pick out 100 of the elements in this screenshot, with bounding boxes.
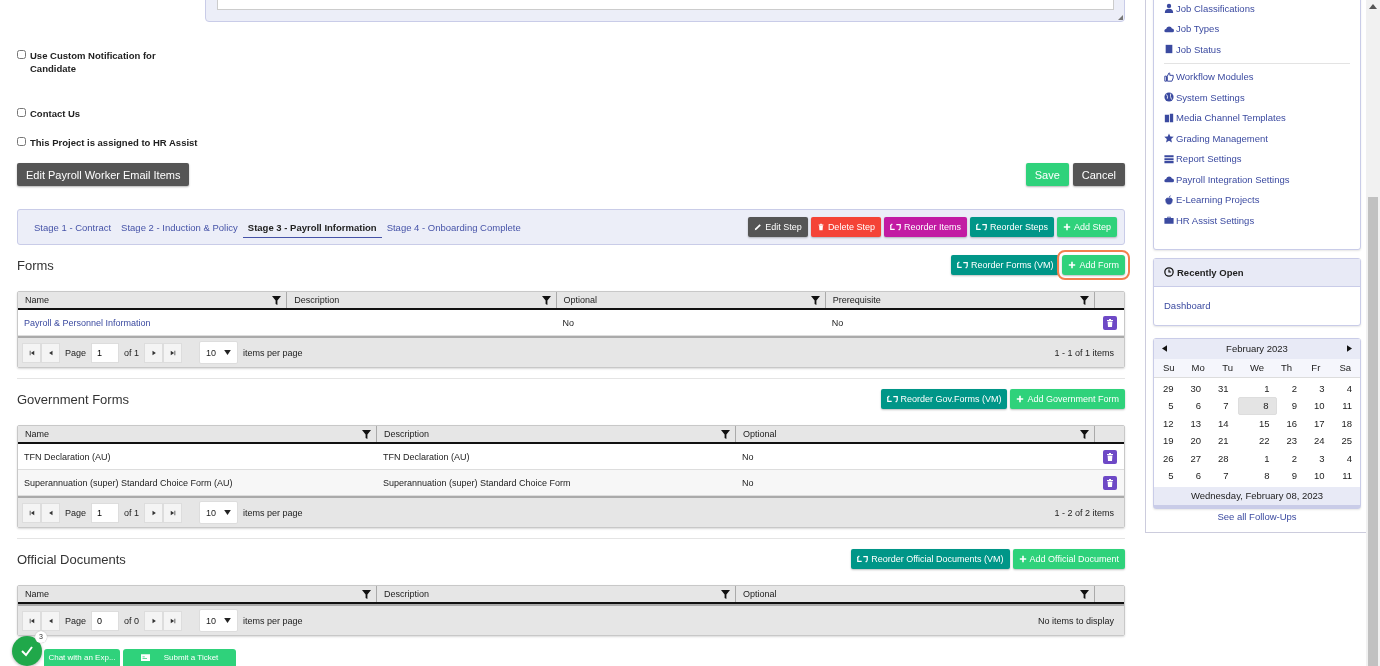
edit-button[interactable]: Edit Step xyxy=(748,217,808,237)
menu-item[interactable]: Job Status xyxy=(1164,39,1350,60)
first-page-button[interactable] xyxy=(22,342,41,363)
filter-icon[interactable] xyxy=(721,429,730,439)
calendar-day[interactable]: 13 xyxy=(1182,414,1208,432)
checkbox[interactable] xyxy=(17,108,26,117)
calendar-day[interactable]: 8 xyxy=(1237,397,1277,415)
first-page-button[interactable] xyxy=(22,502,41,523)
calendar-day[interactable]: 11 xyxy=(1333,467,1359,485)
calendar-day[interactable]: 29 xyxy=(1155,379,1181,397)
table-link[interactable]: Payroll & Personnel Information xyxy=(24,317,151,328)
calendar-day[interactable]: 22 xyxy=(1237,432,1277,450)
calendar-day[interactable]: 4 xyxy=(1333,449,1359,467)
calendar-day[interactable]: 8 xyxy=(1237,467,1277,485)
calendar-day[interactable]: 19 xyxy=(1155,432,1181,450)
calendar-day[interactable]: 7 xyxy=(1210,397,1236,415)
calendar-day[interactable]: 6 xyxy=(1182,467,1208,485)
calendar-day[interactable]: 5 xyxy=(1155,467,1181,485)
filter-icon[interactable] xyxy=(1080,295,1089,305)
filter-icon[interactable] xyxy=(362,429,371,439)
calendar-day[interactable]: 18 xyxy=(1333,414,1359,432)
filter-icon[interactable] xyxy=(541,295,551,305)
calendar-day[interactable]: 21 xyxy=(1210,432,1236,450)
month-title[interactable]: February 2023 xyxy=(1226,343,1288,354)
stage-tab[interactable]: Stage 2 - Induction & Policy xyxy=(116,216,243,238)
column-header[interactable]: Description xyxy=(384,589,430,599)
calendar-day[interactable]: 14 xyxy=(1210,414,1236,432)
column-header[interactable]: Name xyxy=(25,589,49,599)
calendar-day[interactable]: 15 xyxy=(1237,414,1277,432)
scroll-up-icon[interactable] xyxy=(1369,4,1377,9)
stage-tab[interactable]: Stage 3 - Payroll Information xyxy=(242,216,382,238)
column-header[interactable]: Optional xyxy=(743,589,777,599)
column-header[interactable]: Optional xyxy=(743,429,777,439)
filter-icon[interactable] xyxy=(272,295,282,305)
page-field[interactable]: 0 xyxy=(91,610,120,631)
previous-page-button[interactable] xyxy=(41,342,60,363)
calendar-day[interactable]: 9 xyxy=(1278,467,1304,485)
menu-item[interactable]: Job Classifications xyxy=(1164,0,1350,19)
previous-month-icon[interactable] xyxy=(1162,345,1167,352)
column-header[interactable]: Description xyxy=(294,295,340,305)
column-header[interactable]: Prerequisite xyxy=(832,295,881,305)
stage-tab[interactable]: Stage 1 - Contract xyxy=(29,216,117,238)
page-size-dropdown[interactable]: 10 xyxy=(199,501,239,524)
cancel-button[interactable]: Cancel xyxy=(1072,163,1125,186)
calendar-day[interactable]: 5 xyxy=(1155,397,1181,415)
last-page-button[interactable] xyxy=(163,502,183,523)
calendar-day[interactable]: 25 xyxy=(1333,432,1359,450)
calendar-day[interactable]: 6 xyxy=(1182,397,1208,415)
scrollbar[interactable] xyxy=(1366,0,1380,666)
calendar-day[interactable]: 31 xyxy=(1210,379,1236,397)
page-size-dropdown[interactable]: 10 xyxy=(199,341,239,364)
next-page-button[interactable] xyxy=(144,502,164,523)
menu-item[interactable]: Workflow Modules xyxy=(1164,66,1350,87)
reorder-button[interactable]: Reorder Gov.Forms (VM) xyxy=(880,389,1008,409)
reorder-button[interactable]: Reorder Steps xyxy=(969,217,1054,237)
column-header[interactable]: Name xyxy=(25,295,49,305)
calendar-day[interactable]: 27 xyxy=(1182,449,1208,467)
delete-button[interactable] xyxy=(1102,315,1117,330)
calendar-day[interactable]: 26 xyxy=(1155,449,1181,467)
calendar-day[interactable]: 1 xyxy=(1237,449,1277,467)
filter-icon[interactable] xyxy=(1080,429,1089,439)
calendar-day[interactable]: 9 xyxy=(1278,397,1304,415)
column-header[interactable]: Description xyxy=(384,429,430,439)
edit-email-items-button[interactable]: Edit Payroll Worker Email Items xyxy=(17,163,190,186)
calendar-day[interactable]: 20 xyxy=(1182,432,1208,450)
calendar-day[interactable]: 12 xyxy=(1155,414,1181,432)
calendar-day[interactable]: 2 xyxy=(1278,379,1304,397)
recent-link[interactable]: Dashboard xyxy=(1164,300,1211,311)
column-header[interactable]: Optional xyxy=(563,295,598,305)
calendar-day[interactable]: 4 xyxy=(1333,379,1359,397)
calendar-day[interactable]: 2 xyxy=(1278,449,1304,467)
calendar-day[interactable]: 17 xyxy=(1306,414,1332,432)
filter-icon[interactable] xyxy=(810,295,820,305)
calendar-day[interactable]: 3 xyxy=(1306,379,1332,397)
delete-button[interactable] xyxy=(1102,449,1117,464)
next-month-icon[interactable] xyxy=(1347,345,1352,352)
previous-page-button[interactable] xyxy=(41,502,60,523)
stage-tab[interactable]: Stage 4 - Onboarding Complete xyxy=(381,216,526,238)
delete-button[interactable]: Delete Step xyxy=(810,217,881,237)
menu-item[interactable]: System Settings xyxy=(1164,87,1350,108)
menu-item[interactable]: Media Channel Templates xyxy=(1164,107,1350,128)
calendar-day[interactable]: 10 xyxy=(1306,397,1332,415)
menu-item[interactable]: HR Assist Settings xyxy=(1164,210,1350,231)
calendar-day[interactable]: 1 xyxy=(1237,379,1277,397)
column-header[interactable]: Name xyxy=(25,429,49,439)
calendar-day[interactable]: 3 xyxy=(1306,449,1332,467)
page-size-dropdown[interactable]: 10 xyxy=(199,609,239,632)
menu-item[interactable]: Payroll Integration Settings xyxy=(1164,169,1350,190)
check-badge-button[interactable] xyxy=(12,636,42,666)
reorder-button[interactable]: Reorder Forms (VM) xyxy=(950,255,1060,275)
page-field[interactable]: 1 xyxy=(91,502,120,523)
reorder-button[interactable]: Reorder Official Documents (VM) xyxy=(851,549,1010,569)
calendar-day[interactable]: 23 xyxy=(1278,432,1304,450)
menu-item[interactable]: Grading Management xyxy=(1164,128,1350,149)
checkbox[interactable] xyxy=(17,137,26,146)
calendar-day[interactable]: 24 xyxy=(1306,432,1332,450)
menu-item[interactable]: Job Types xyxy=(1164,18,1350,39)
calendar-day[interactable]: 28 xyxy=(1210,449,1236,467)
filter-icon[interactable] xyxy=(1080,589,1089,599)
next-page-button[interactable] xyxy=(144,610,164,631)
